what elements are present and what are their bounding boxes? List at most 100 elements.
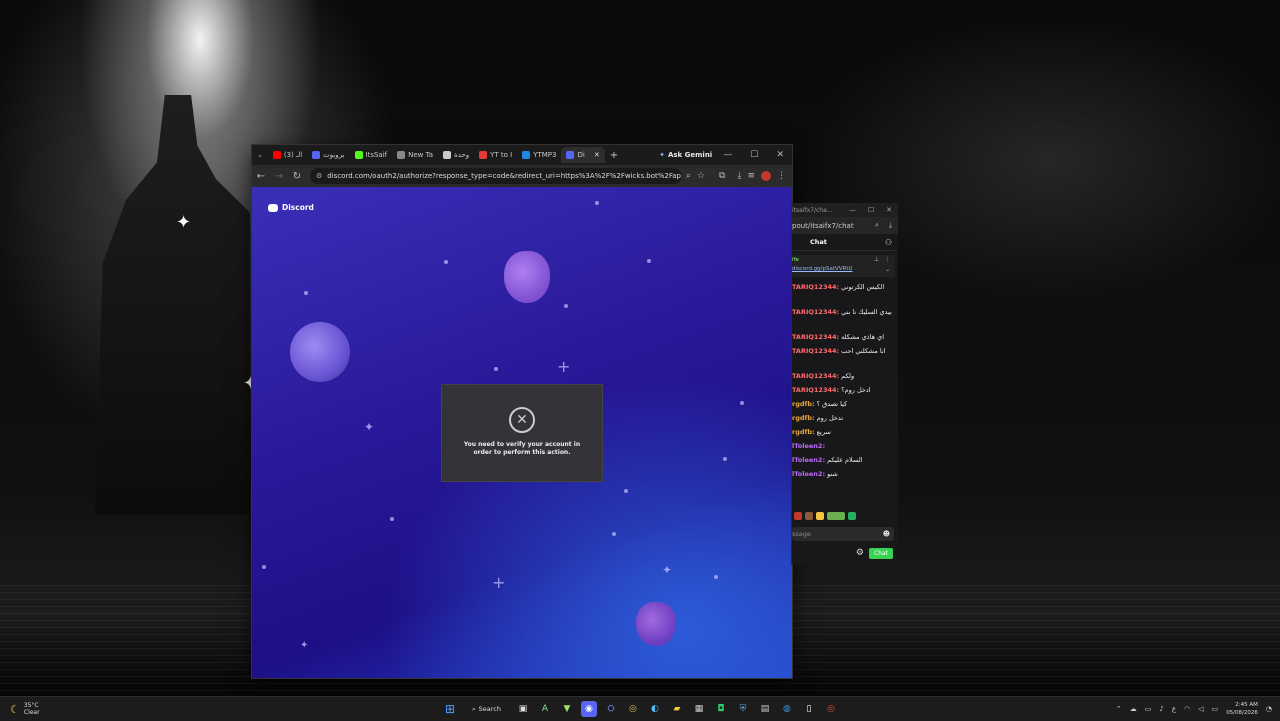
- nvidia-icon[interactable]: ▼: [559, 701, 575, 717]
- tab-4[interactable]: New Ta: [392, 147, 438, 163]
- site-info-icon[interactable]: ⚙: [316, 172, 322, 180]
- chrome-alt-icon[interactable]: ◎: [823, 701, 839, 717]
- chat-username[interactable]: rgdfb:: [792, 414, 815, 422]
- wifi-icon[interactable]: ◠: [1184, 705, 1190, 713]
- chevron-down-icon[interactable]: ⌄: [885, 267, 890, 273]
- pinned-link[interactable]: discord.gg/pSatVVRtU: [792, 266, 853, 272]
- chat-text: بيدي السليك نا بني: [841, 308, 892, 316]
- sparkle-icon: ✦: [176, 212, 192, 233]
- chat-username[interactable]: TARIQ12344:: [792, 283, 839, 291]
- chat-send-button[interactable]: Chat: [868, 547, 893, 559]
- notification-bell-icon[interactable]: ◔: [1266, 705, 1272, 713]
- chat-username[interactable]: lToleen2:: [792, 456, 825, 464]
- tab-3[interactable]: ItsSaif: [350, 147, 393, 163]
- pinned-message[interactable]: ife discord.gg/pSatVVRtU ⊥ ⋮ ⌄: [792, 255, 895, 277]
- extensions-icon[interactable]: ⧉: [719, 171, 725, 181]
- menu-kebab-icon[interactable]: ⋮: [777, 171, 786, 181]
- chevron-up-icon[interactable]: ⌃: [1116, 705, 1122, 713]
- bookmark-star-icon[interactable]: ☆: [697, 171, 705, 181]
- discord-taskbar-icon[interactable]: ◉: [580, 701, 597, 717]
- chat-username[interactable]: TARIQ12344:: [792, 333, 839, 341]
- close-icon[interactable]: ✕: [886, 206, 892, 214]
- download-icon[interactable]: ⤓: [889, 221, 892, 230]
- minimize-icon[interactable]: —: [849, 206, 856, 214]
- users-icon[interactable]: ⚇: [885, 238, 892, 247]
- app-tray-icon[interactable]: ▭: [1145, 705, 1152, 713]
- chat-username[interactable]: rgdfb:: [792, 400, 815, 408]
- file-explorer-icon[interactable]: ▰: [669, 701, 685, 717]
- maximize-icon[interactable]: ☐: [750, 150, 758, 160]
- chat-message: lToleen2: شنو: [792, 470, 898, 478]
- maximize-icon[interactable]: ☐: [868, 206, 874, 214]
- new-tab-button[interactable]: +: [605, 147, 623, 163]
- teams-icon[interactable]: ⛭: [603, 701, 619, 717]
- gear-icon[interactable]: ⚙: [856, 548, 864, 558]
- tab-6[interactable]: YT to I: [474, 147, 517, 163]
- ask-gemini-button[interactable]: ✦ Ask Gemini: [659, 151, 712, 159]
- tab-7[interactable]: YTMP3: [517, 147, 561, 163]
- youtube-icon: [272, 151, 281, 159]
- chat-popout-window: itsaifx7/cha... — ☐ ✕ pout/itsaifx7/chat…: [791, 203, 898, 565]
- pin-icon: ⊥: [874, 257, 879, 263]
- shield-icon[interactable]: ⛨: [735, 701, 751, 717]
- emoji-icon[interactable]: ☻: [883, 530, 890, 538]
- browser-icon[interactable]: ◍: [779, 701, 795, 717]
- emote-icon[interactable]: [827, 512, 845, 520]
- edge-icon[interactable]: ◐: [647, 701, 663, 717]
- minimize-icon[interactable]: —: [723, 150, 732, 160]
- chat-input-placeholder: ssage: [792, 530, 811, 538]
- tab-2[interactable]: بروبوت: [307, 147, 349, 163]
- volume-icon[interactable]: ◁: [1198, 705, 1203, 713]
- tab-active-discord[interactable]: Di ✕: [561, 147, 605, 163]
- download-icon[interactable]: ⤓: [737, 171, 741, 181]
- chat-username[interactable]: TARIQ12344:: [792, 347, 839, 355]
- onedrive-icon[interactable]: ☁: [1130, 705, 1137, 713]
- zoom-icon[interactable]: ⌕: [875, 221, 879, 230]
- tab-label: وحدة: [454, 151, 470, 159]
- chat-message-input[interactable]: ssage ☻: [792, 527, 894, 541]
- grid-app-icon[interactable]: ▦: [691, 701, 707, 717]
- windows-start-icon[interactable]: ⊞: [442, 701, 458, 717]
- emote-icon[interactable]: [848, 512, 856, 520]
- chrome-icon[interactable]: ◎: [625, 701, 641, 717]
- battery-icon[interactable]: ▭: [1212, 705, 1219, 713]
- reload-icon[interactable]: ↻: [288, 171, 306, 182]
- tab-1[interactable]: (3) الـ: [268, 147, 307, 163]
- chat-address-bar[interactable]: pout/itsaifx7/chat ⌕ ⤓: [792, 217, 898, 234]
- chat-username[interactable]: rgdfb:: [792, 428, 815, 436]
- more-icon[interactable]: ⋮: [885, 257, 891, 263]
- chat-username[interactable]: lToleen2:: [792, 442, 825, 450]
- emote-icon[interactable]: [805, 512, 813, 520]
- tab-5[interactable]: وحدة: [438, 147, 474, 163]
- clock[interactable]: 2:45 AM 05/08/2026: [1226, 701, 1258, 717]
- chat-message: TARIQ12344: انا مشكلتي احب: [792, 347, 898, 355]
- forward-icon[interactable]: →: [270, 171, 288, 182]
- language-indicator[interactable]: ع: [1172, 705, 1176, 713]
- zoom-icon[interactable]: ⌕: [686, 171, 691, 181]
- profile-avatar[interactable]: [761, 171, 771, 181]
- discord-icon: [566, 151, 575, 159]
- emote-icon[interactable]: [794, 512, 802, 520]
- media-icon[interactable]: ≡: [747, 171, 755, 181]
- close-icon[interactable]: ✕: [776, 150, 784, 160]
- chat-message: lToleen2:: [792, 442, 898, 450]
- chat-message: TARIQ12344: اي هاذي مشكله: [792, 333, 898, 341]
- taskbar-search[interactable]: ⌕ Search: [464, 701, 509, 717]
- chat-username[interactable]: lToleen2:: [792, 470, 825, 478]
- emote-icon[interactable]: [816, 512, 824, 520]
- task-view-icon[interactable]: ▣: [515, 701, 531, 717]
- chat-username[interactable]: TARIQ12344:: [792, 386, 839, 394]
- chat-username[interactable]: TARIQ12344:: [792, 372, 839, 380]
- back-icon[interactable]: ←: [252, 171, 270, 182]
- app-a-icon[interactable]: A: [537, 701, 553, 717]
- tab-search-dropdown-icon[interactable]: ⌄: [252, 147, 268, 163]
- calculator-icon[interactable]: ▤: [757, 701, 773, 717]
- green-app-icon[interactable]: ◘: [713, 701, 729, 717]
- microphone-icon[interactable]: ♪: [1159, 705, 1163, 713]
- discord-logo[interactable]: Discord: [268, 203, 314, 212]
- weather-widget[interactable]: ☾ 35°C Clear: [10, 702, 40, 716]
- chat-username[interactable]: TARIQ12344:: [792, 308, 839, 316]
- close-tab-icon[interactable]: ✕: [594, 151, 600, 159]
- document-icon[interactable]: ▯: [801, 701, 817, 717]
- address-bar[interactable]: ⚙ discord.com/oauth2/authorize?response_…: [310, 168, 682, 184]
